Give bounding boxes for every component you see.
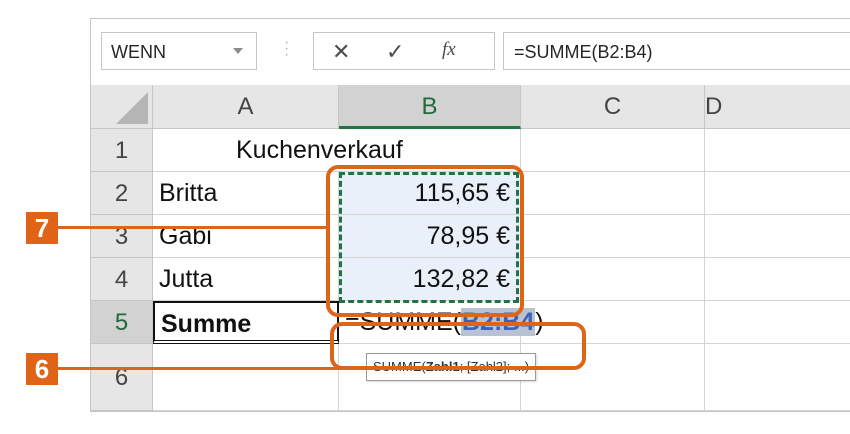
insert-function-icon[interactable]: fx: [442, 39, 456, 61]
cell-d5[interactable]: [705, 301, 850, 344]
formula-input[interactable]: =SUMME(B2:B4): [503, 32, 850, 70]
callout-leader-7: [58, 226, 328, 229]
cell-a3[interactable]: Gabi: [153, 215, 339, 258]
row-header-1[interactable]: 1: [91, 129, 153, 172]
cell-d6[interactable]: [705, 344, 850, 411]
callout-badge-6: 6: [26, 353, 58, 385]
cell-c2[interactable]: [521, 172, 705, 215]
callout-box-formula: [330, 322, 586, 370]
name-box[interactable]: WENN: [101, 32, 257, 70]
select-all-corner[interactable]: [91, 85, 153, 129]
formula-bar: WENN · · · ✕ ✓ fx =SUMME(B2:B4): [91, 19, 850, 85]
cell-a4[interactable]: Jutta: [153, 258, 339, 301]
enter-icon[interactable]: ✓: [386, 39, 404, 65]
formula-text: =SUMME(B2:B4): [514, 42, 653, 62]
cell-d1[interactable]: [705, 129, 850, 172]
corner-triangle-icon: [116, 92, 148, 124]
cell-c1[interactable]: [521, 129, 705, 172]
row-header-6[interactable]: 6: [91, 344, 153, 411]
callout-badge-7: 7: [26, 212, 58, 244]
callout-leader-6: [58, 367, 350, 370]
cell-d4[interactable]: [705, 258, 850, 301]
formula-controls: ✕ ✓ fx: [313, 32, 495, 70]
cancel-icon[interactable]: ✕: [332, 39, 350, 65]
cell-d3[interactable]: [705, 215, 850, 258]
column-header-d[interactable]: D: [705, 85, 850, 129]
column-header-a[interactable]: A: [153, 85, 339, 129]
dropdown-arrow-icon[interactable]: [233, 48, 243, 54]
cell-c3[interactable]: [521, 215, 705, 258]
cell-a2[interactable]: Britta: [153, 172, 339, 215]
cell-d2[interactable]: [705, 172, 850, 215]
cell-c4[interactable]: [521, 258, 705, 301]
cell-a5[interactable]: Summe: [153, 301, 339, 344]
row-header-4[interactable]: 4: [91, 258, 153, 301]
column-header-c[interactable]: C: [521, 85, 705, 129]
name-box-value: WENN: [111, 42, 166, 62]
cell-a6[interactable]: [153, 344, 339, 411]
column-header-b[interactable]: B: [339, 85, 521, 129]
grip-dots-icon: · · ·: [284, 34, 290, 63]
callout-box-range: [326, 165, 524, 317]
row-header-3[interactable]: 3: [91, 215, 153, 258]
row-header-2[interactable]: 2: [91, 172, 153, 215]
row-header-5[interactable]: 5: [91, 301, 153, 344]
